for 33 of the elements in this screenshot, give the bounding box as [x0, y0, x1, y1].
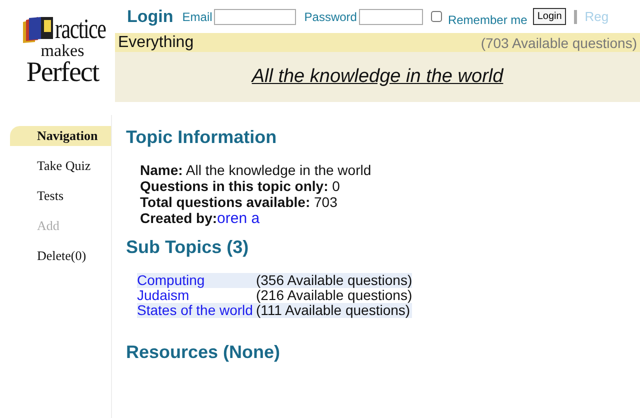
question-count: (356 Available questions) [256, 273, 412, 288]
book-icon [20, 16, 55, 44]
nav-item[interactable]: Delete(0) [10, 246, 111, 276]
field-label: Email [182, 10, 212, 24]
sub-topic-link[interactable]: Judaism [137, 288, 256, 303]
section-title: Topic Information [126, 127, 278, 148]
remember-checkbox[interactable] [430, 11, 442, 22]
question-count: (216 Available questions) [256, 288, 412, 303]
login-button[interactable]: Login [533, 8, 566, 25]
author-link[interactable]: oren a [217, 210, 260, 227]
field-label: Created by: [140, 210, 218, 226]
login-title: Login [127, 6, 174, 26]
email-field[interactable] [214, 8, 296, 24]
logo-text: ractice [54, 16, 106, 44]
question-count: (111 Available questions) [256, 303, 412, 318]
remember-label: Remember me [448, 12, 528, 26]
password-field[interactable] [358, 8, 423, 24]
question-count: (703 Available questions) [480, 34, 637, 50]
nav-item[interactable]: Take Quiz [10, 156, 111, 186]
sub-topic-link[interactable]: States of the world [137, 303, 256, 318]
nav-item[interactable]: Navigation [10, 126, 111, 146]
logo-text: Perfect [26, 59, 99, 87]
topic-name: Everything [118, 34, 194, 52]
info-line: Name: All the knowledge in the world [140, 162, 372, 178]
info-line: Questions in this topic only: 0 [140, 178, 340, 194]
logo-text: makes [40, 42, 84, 59]
field-label: Password [304, 10, 357, 24]
section-title: Resources (None) [126, 342, 282, 363]
info-line: Total questions available: 703 [140, 194, 338, 210]
topic-heading: All the knowledge in the world [252, 66, 504, 88]
nav-item[interactable]: Tests [10, 186, 111, 216]
section-title: Sub Topics (3) [126, 237, 250, 258]
sub-topic-link[interactable]: Computing [137, 273, 256, 288]
